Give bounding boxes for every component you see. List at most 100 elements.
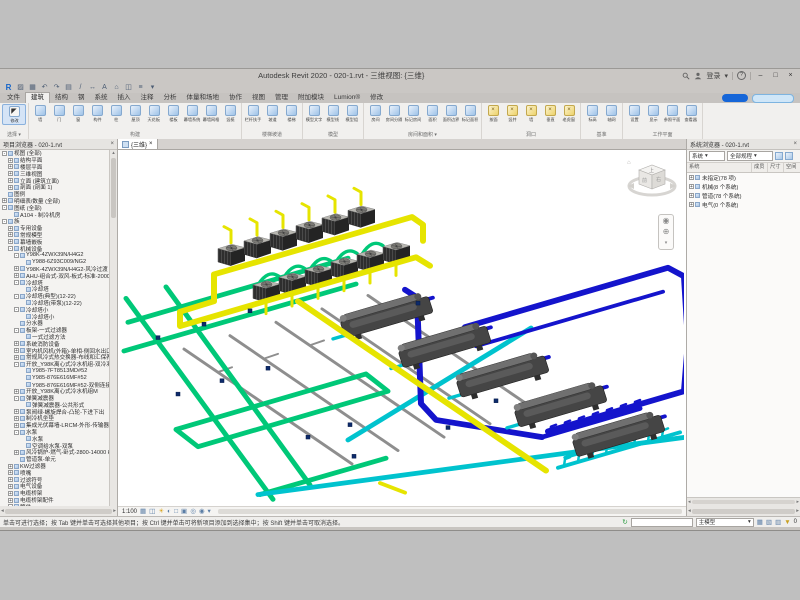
ribbon-button-竖梃[interactable]: 竖梃 xyxy=(221,104,239,123)
tree-expander-icon[interactable]: + xyxy=(14,348,19,353)
system-row[interactable]: +机械(8 个系统) xyxy=(687,182,800,191)
view-tab-close-icon[interactable]: × xyxy=(149,141,153,147)
ribbon-button-垂直[interactable]: ×垂直 xyxy=(541,104,559,123)
minimize-button[interactable]: – xyxy=(755,72,766,79)
tree-expander-icon[interactable]: + xyxy=(14,409,19,414)
tree-expander-icon[interactable]: + xyxy=(8,226,13,231)
ribbon-button-面积边界[interactable]: 面积边界 xyxy=(442,104,460,123)
ribbon-button-查看器[interactable]: 查看器 xyxy=(682,104,700,123)
ribbon-button-楼梯[interactable]: 楼梯 xyxy=(282,104,300,123)
tree-item[interactable]: +电气设备 xyxy=(0,483,110,490)
tree-item[interactable]: +开放_Y98K离心式冷水机组M xyxy=(0,388,110,395)
tree-item[interactable]: +常规风冷式热交换器-布线和汇保养-返回装置 xyxy=(0,354,110,361)
model-3d-view[interactable] xyxy=(118,150,684,506)
tree-expander-icon[interactable]: - xyxy=(14,294,19,299)
tree-item[interactable]: +Y98K-4ZWX39N/H4G2-风冷过渡 xyxy=(0,266,110,273)
tree-expander-icon[interactable]: + xyxy=(689,193,694,198)
project-browser-hscrollbar[interactable]: ◂▸ xyxy=(0,506,118,516)
tree-expander-icon[interactable]: - xyxy=(14,396,19,401)
reveal-hidden-icon[interactable]: ◉ xyxy=(199,507,205,516)
chevron-down-icon[interactable]: ▾ xyxy=(724,72,728,80)
temporary-view-properties-icon[interactable]: ▾ xyxy=(208,507,211,516)
tree-expander-icon[interactable]: - xyxy=(14,307,19,312)
system-row[interactable]: +未指定(78 项) xyxy=(687,173,800,182)
tree-item[interactable]: -族 xyxy=(0,218,110,225)
tree-item[interactable]: 分水器 xyxy=(0,320,110,327)
close-icon[interactable]: × xyxy=(793,141,797,147)
ribbon-button-按面[interactable]: ×按面 xyxy=(484,104,502,123)
editable-only-icon[interactable]: ▦ xyxy=(757,518,763,526)
tree-item[interactable]: +剖面 (剖面 1) xyxy=(0,184,110,191)
tree-expander-icon[interactable]: + xyxy=(14,450,19,455)
maximize-button[interactable]: □ xyxy=(770,72,781,79)
tree-item[interactable]: Y985-7FT8513MD#52 xyxy=(0,368,110,375)
tree-expander-icon[interactable]: + xyxy=(8,477,13,482)
tree-item[interactable]: 弹簧减震器-公共形式 xyxy=(0,401,110,408)
scale-button[interactable]: 1:100 xyxy=(122,509,137,515)
tree-item[interactable]: +室内机风机(外箱)-单相-侧回水出口-带格栅 xyxy=(0,347,110,354)
tree-expander-icon[interactable]: + xyxy=(8,239,13,244)
tree-item[interactable]: +系统消防设备 xyxy=(0,340,110,347)
tree-expander-icon[interactable]: + xyxy=(8,158,13,163)
tree-expander-icon[interactable]: + xyxy=(14,423,19,428)
tree-expander-icon[interactable]: + xyxy=(14,266,19,271)
view-tab-3d[interactable]: {三维} × xyxy=(118,139,158,149)
workset-sync-icon[interactable]: ↻ xyxy=(622,518,627,526)
tree-item[interactable]: 管道泵-单元 xyxy=(0,456,110,463)
tree-expander-icon[interactable]: - xyxy=(2,219,7,224)
tab-分析[interactable]: 分析 xyxy=(159,93,182,103)
ribbon-button-幕墙系统[interactable]: 幕墙系统 xyxy=(183,104,201,123)
column-header[interactable]: 成员 xyxy=(752,163,768,172)
ribbon-button-门[interactable]: 门 xyxy=(50,104,68,123)
tree-item[interactable]: Y988-6Z93C009/NG2 xyxy=(0,259,110,266)
ribbon-button-柱[interactable]: 柱 xyxy=(107,104,125,123)
ribbon-button-显示[interactable]: 显示 xyxy=(644,104,662,123)
filter-icon[interactable]: ▼ xyxy=(784,519,790,526)
tree-expander-icon[interactable]: + xyxy=(14,389,19,394)
tree-expander-icon[interactable]: - xyxy=(14,280,19,285)
discipline-filter-select[interactable]: 全部规程▾ xyxy=(727,151,773,161)
lumion-livesync-button[interactable] xyxy=(722,94,748,102)
tree-expander-icon[interactable]: + xyxy=(8,491,13,496)
tree-item[interactable]: +楼层平面 xyxy=(0,164,110,171)
navigation-bar[interactable]: ◉ ⊕ ▾ xyxy=(658,214,674,250)
tab-修改[interactable]: 修改 xyxy=(365,93,388,103)
tree-item[interactable]: -弹簧减震器 xyxy=(0,395,110,402)
ribbon-button-屋顶[interactable]: 屋顶 xyxy=(126,104,144,123)
tree-item[interactable]: -Y98K-4ZWX39N/H4G2 xyxy=(0,252,110,259)
worksets-input[interactable] xyxy=(631,518,693,527)
ribbon-button-房间分隔[interactable]: 房间分隔 xyxy=(385,104,403,123)
redo-icon[interactable]: ↷ xyxy=(51,83,62,93)
steering-wheel-icon[interactable]: ◉ xyxy=(663,216,670,226)
tree-item[interactable]: Y985-876E616MF#52-双侧连接 xyxy=(0,381,110,388)
viewcube[interactable]: 上 前 右 ⌂ xyxy=(626,156,678,212)
system-browser-scrollbar[interactable]: ◂▸ xyxy=(687,497,800,506)
tree-item[interactable]: +三维视图 xyxy=(0,170,110,177)
tree-item[interactable]: +制冷机坐垫 xyxy=(0,415,110,422)
tree-item[interactable]: +电缆桥架 xyxy=(0,490,110,497)
open-icon[interactable]: ▨ xyxy=(15,83,26,93)
column-header[interactable]: 空间 xyxy=(784,163,800,172)
ribbon-button-老虎窗[interactable]: ×老虎窗 xyxy=(560,104,578,123)
column-header[interactable]: 尺寸 xyxy=(768,163,784,172)
tree-expander-icon[interactable]: - xyxy=(2,151,7,156)
tree-expander-icon[interactable]: + xyxy=(689,184,694,189)
ribbon-button-标记房间[interactable]: 标记房间 xyxy=(404,104,422,123)
section-icon[interactable]: ◫ xyxy=(123,83,134,93)
tree-expander-icon[interactable]: + xyxy=(14,341,19,346)
tree-item[interactable]: 冷却塔(带泵)(12-22) xyxy=(0,300,110,307)
tab-Lumion®[interactable]: Lumion® xyxy=(329,93,365,103)
ribbon-button-标记面积[interactable]: 标记面积 xyxy=(461,104,479,123)
help-icon[interactable]: ? xyxy=(737,71,746,80)
ribbon-button-模型文字[interactable]: 模型文字 xyxy=(305,104,323,123)
tree-item[interactable]: +泵阀绿-螺旋焊合-凸轮-下进下出 xyxy=(0,408,110,415)
tree-item[interactable]: +过滤符号 xyxy=(0,476,110,483)
tree-item[interactable]: +幕墙嵌板 xyxy=(0,238,110,245)
tree-expander-icon[interactable]: + xyxy=(8,232,13,237)
ribbon-button-标高[interactable]: 标高 xyxy=(583,104,601,123)
detail-level-icon[interactable]: ▦ xyxy=(140,507,146,516)
tree-item[interactable]: +结构平面 xyxy=(0,157,110,164)
tree-item[interactable]: +KW过滤器 xyxy=(0,463,110,470)
undo-icon[interactable]: ↶ xyxy=(39,83,50,93)
dimension-icon[interactable]: ↔ xyxy=(87,83,98,93)
